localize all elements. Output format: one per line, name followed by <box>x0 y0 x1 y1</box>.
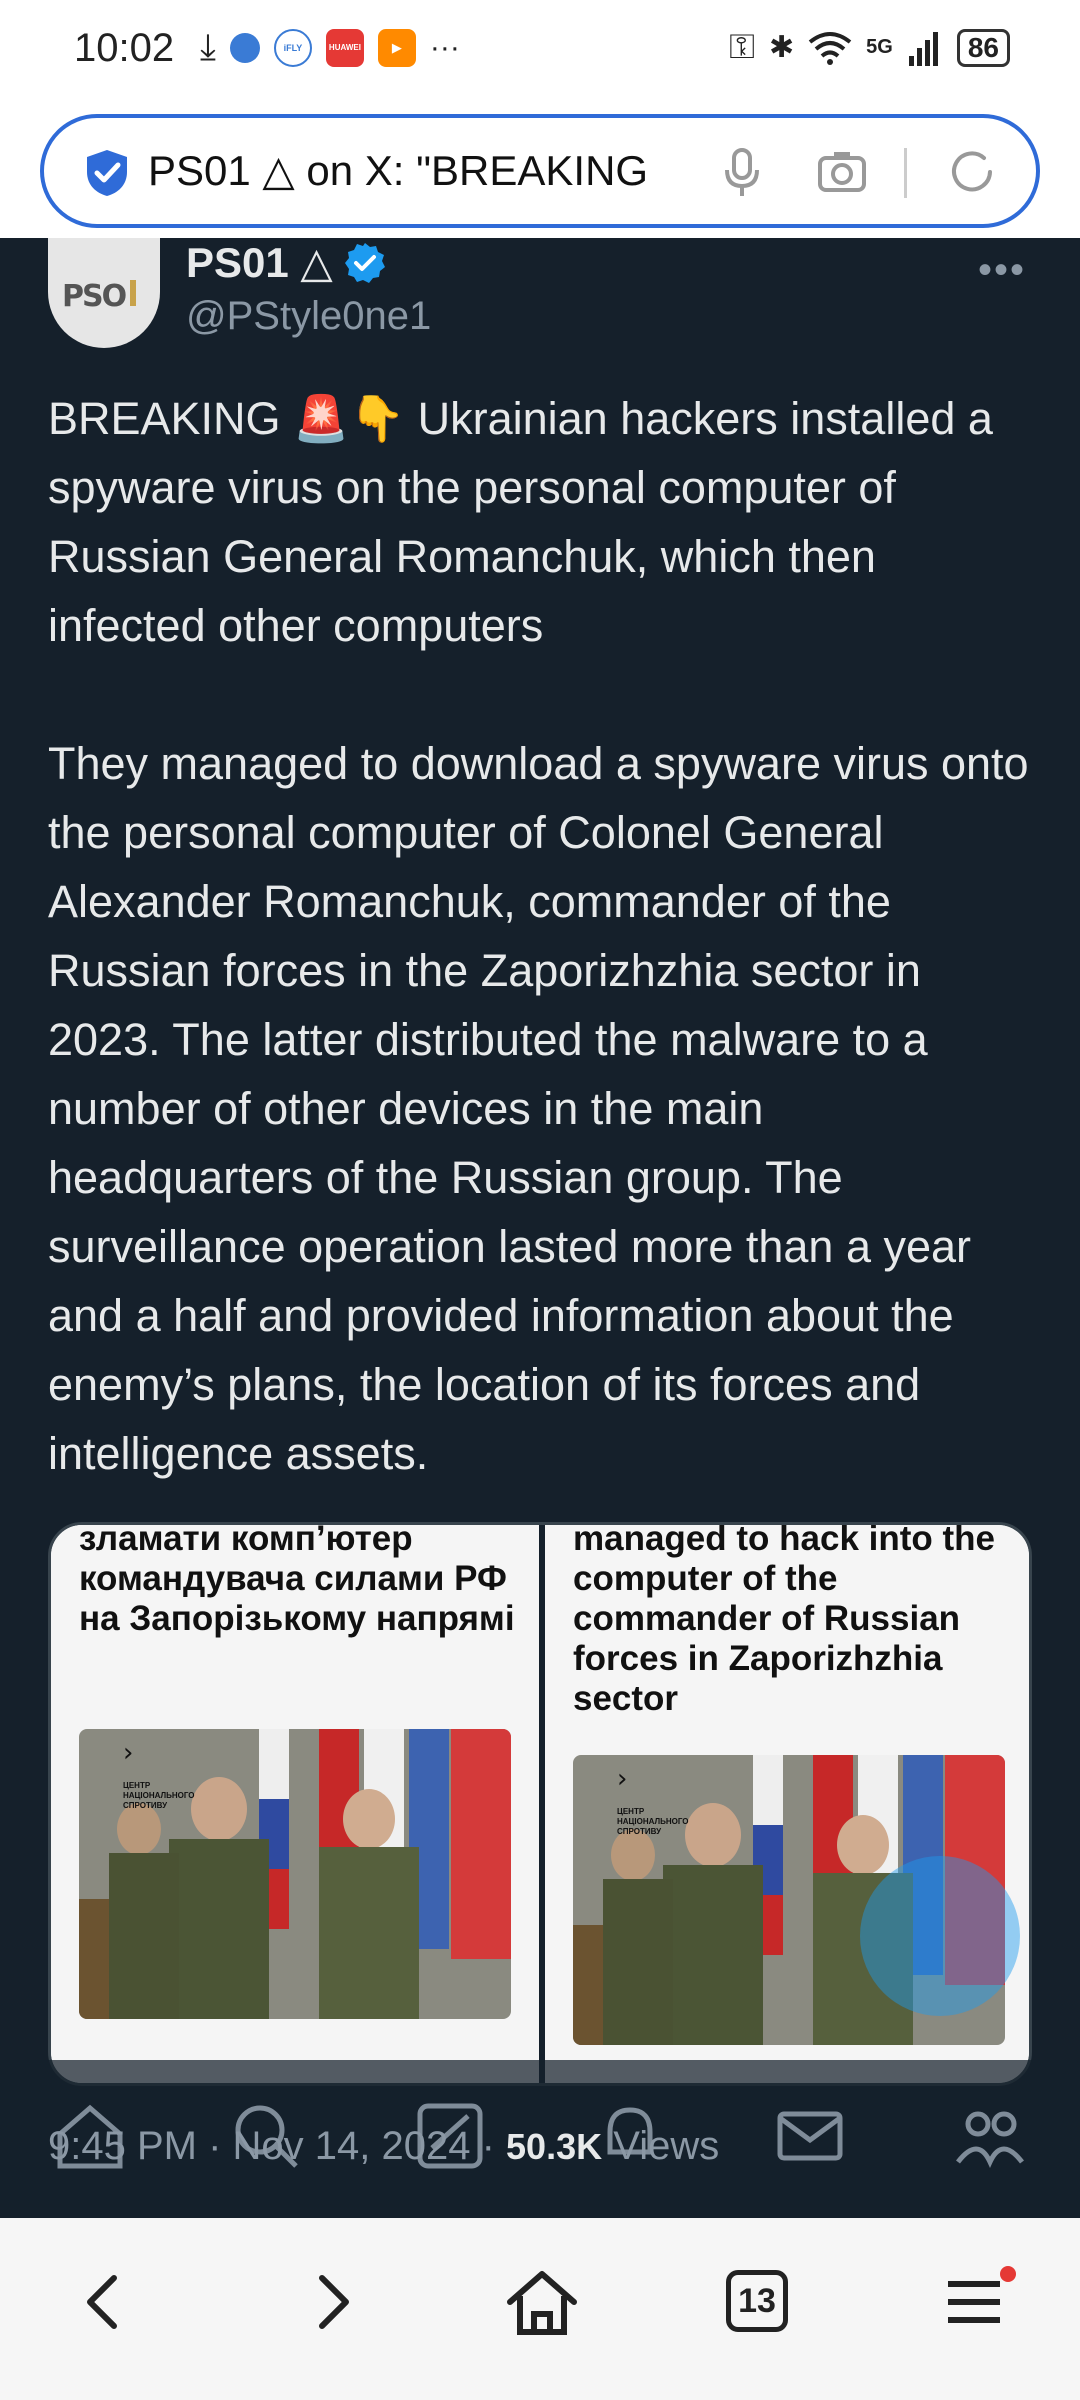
media-right-caption: ЦЕНТР НАЦІОНАЛЬНОГО СПРОТИВУ <box>617 1807 689 1836</box>
author-name-text: PS01 △ <box>186 239 333 286</box>
huawei-store-icon: HUAWEI <box>325 28 364 67</box>
browser-toolbar: PS01 △ on X: "BREAKING <box>0 100 1080 238</box>
communities-tab-icon[interactable] <box>950 2096 1030 2176</box>
address-bar-divider <box>904 148 907 198</box>
battery-indicator: 86 <box>956 28 1010 67</box>
media-left-photo: › ЦЕНТР НАЦІОНАЛЬНОГО СПРОТИВУ <box>79 1729 511 2019</box>
ifly-icon: iFLY <box>273 28 312 67</box>
signal-icon <box>908 31 938 66</box>
media-right-heading: managed to hack into the computer of the… <box>573 1525 995 1718</box>
key-icon: ⚿ <box>729 28 756 66</box>
verified-badge-icon <box>344 242 385 283</box>
url-text[interactable]: PS01 △ on X: "BREAKING <box>148 146 708 195</box>
tab-count-button[interactable]: 13 <box>726 2270 788 2332</box>
svg-text:›: › <box>617 1764 627 1794</box>
more-notifications-icon: ··· <box>429 30 460 64</box>
reload-icon[interactable] <box>944 144 1000 200</box>
browser-nav-bar: 13 <box>0 2218 1080 2400</box>
status-bar: 10:02 ⤓ iFLY HUAWEI ▶ ··· ⚿ ✱ 5G 86 <box>0 0 1080 100</box>
home-icon[interactable] <box>502 2262 582 2342</box>
microphone-icon[interactable] <box>714 144 770 200</box>
system-icons: ⚿ ✱ 5G 86 <box>729 28 1010 67</box>
floating-action-button[interactable] <box>860 1856 1020 2016</box>
address-bar[interactable]: PS01 △ on X: "BREAKING <box>40 114 1040 228</box>
notification-icons: ⤓ iFLY HUAWEI ▶ ··· <box>200 26 460 69</box>
media-left-caption: ЦЕНТР НАЦІОНАЛЬНОГО СПРОТИВУ <box>123 1781 195 1810</box>
svg-text:PSO: PSO <box>62 279 126 312</box>
camera-icon[interactable] <box>814 144 870 200</box>
author-handle[interactable]: @PStyle0ne1 <box>186 294 431 339</box>
media-image-left[interactable]: зламати комп’ютер командувача силами РФ … <box>51 1525 539 2083</box>
more-options-icon[interactable]: ••• <box>978 248 1026 293</box>
tweet-meta: 9:45 PM · Nov 14, 2024 · 50.3K Views <box>48 2124 719 2169</box>
avatar-logo: PSO <box>60 274 148 314</box>
svg-text:›: › <box>123 1738 133 1768</box>
tweet-timestamp[interactable]: 9:45 PM · Nov 14, 2024 · <box>48 2124 495 2168</box>
video-app-icon: ▶ <box>377 28 416 67</box>
wifi-icon <box>808 31 852 65</box>
back-icon[interactable] <box>66 2262 146 2342</box>
tweet-text: BREAKING 🚨👇 Ukrainian hackers installed … <box>48 393 1029 1479</box>
forward-icon[interactable] <box>290 2262 370 2342</box>
app-icon-blue <box>229 32 260 63</box>
menu-notification-dot <box>1000 2266 1016 2282</box>
media-left-heading: зламати комп’ютер командувача силами РФ … <box>79 1525 515 1638</box>
views-count: 50.3K <box>506 2126 603 2167</box>
download-icon: ⤓ <box>200 26 216 67</box>
status-time: 10:02 <box>74 26 175 70</box>
network-label: 5G <box>866 36 893 58</box>
author-name[interactable]: PS01 △ <box>186 238 387 287</box>
bluetooth-icon: ✱ <box>769 31 795 64</box>
tweet-media[interactable]: зламати комп’ютер командувача силами РФ … <box>48 1522 1032 2086</box>
views-label: Views <box>613 2124 720 2168</box>
avatar[interactable]: PSO <box>48 238 160 348</box>
messages-tab-icon[interactable] <box>770 2096 850 2176</box>
security-shield-icon[interactable] <box>84 148 130 198</box>
